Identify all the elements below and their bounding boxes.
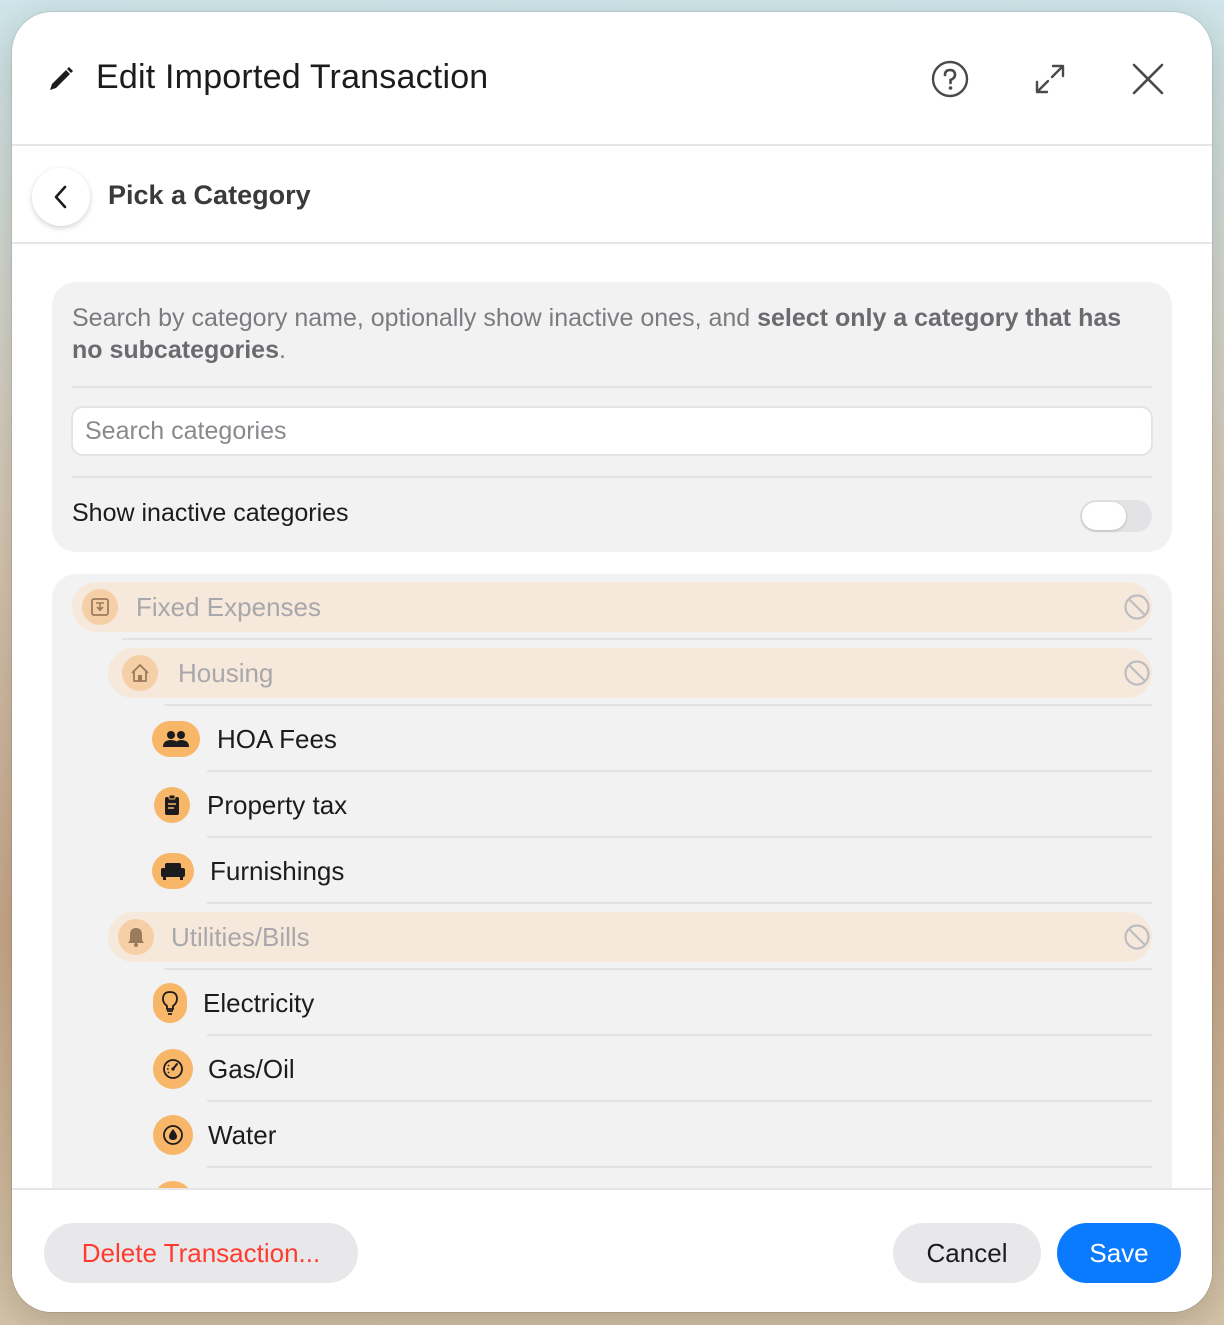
category-row-water[interactable]: Water <box>52 1102 1172 1168</box>
category-row-furnishings[interactable]: Furnishings <box>52 838 1172 904</box>
house-icon <box>122 655 158 691</box>
category-row-partial[interactable] <box>52 1168 1172 1188</box>
instructions-prefix: Search by category name, optionally show… <box>72 304 758 332</box>
help-button[interactable] <box>927 56 973 102</box>
bell-icon <box>118 919 154 955</box>
pencil-icon <box>50 67 73 90</box>
divider <box>72 476 1152 478</box>
category-row-electricity[interactable]: Electricity <box>52 970 1172 1036</box>
inactive-ban-icon <box>1124 924 1150 950</box>
cancel-button[interactable]: Cancel <box>893 1223 1041 1283</box>
category-row-fixed-expenses[interactable]: Fixed Expenses <box>52 574 1172 640</box>
back-button[interactable] <box>32 168 90 226</box>
chevron-left-icon <box>54 185 67 209</box>
people-icon <box>152 721 200 757</box>
expand-icon <box>1035 64 1065 94</box>
gauge-icon <box>153 1049 193 1089</box>
search-panel: Search by category name, optionally show… <box>52 282 1172 552</box>
instructions-suffix: . <box>279 336 286 364</box>
category-label: Fixed Expenses <box>136 592 321 622</box>
category-row-housing[interactable]: Housing <box>52 640 1172 706</box>
help-icon <box>931 60 969 98</box>
category-row-utilities-bills[interactable]: Utilities/Bills <box>52 904 1172 970</box>
close-button[interactable] <box>1125 56 1171 102</box>
water-drop-icon <box>153 1115 193 1155</box>
toggle-knob <box>1082 502 1126 530</box>
category-label: Housing <box>178 658 274 688</box>
inactive-ban-icon <box>1124 660 1150 686</box>
category-label: Property tax <box>207 790 348 820</box>
category-label: Electricity <box>203 988 315 1018</box>
expand-button[interactable] <box>1027 56 1073 102</box>
category-label: Gas/Oil <box>208 1054 295 1084</box>
category-row-gas-oil[interactable]: Gas/Oil <box>52 1036 1172 1102</box>
delete-transaction-button[interactable]: Delete Transaction... <box>44 1223 358 1283</box>
dialog-content: Search by category name, optionally show… <box>12 244 1212 1188</box>
show-inactive-label: Show inactive categories <box>72 499 349 527</box>
show-inactive-toggle[interactable] <box>1080 500 1152 532</box>
close-icon <box>1132 63 1164 95</box>
search-input[interactable] <box>71 406 1153 456</box>
category-row-property-tax[interactable]: Property tax <box>52 772 1172 838</box>
category-picker-header: Pick a Category <box>12 148 1212 244</box>
dialog-footer: Delete Transaction... Cancel Save <box>12 1188 1212 1312</box>
sofa-icon <box>152 853 194 889</box>
clipboard-icon <box>154 787 190 823</box>
category-label: HOA Fees <box>217 724 337 754</box>
fixed-expenses-icon <box>82 589 118 625</box>
picker-title: Pick a Category <box>108 180 311 210</box>
lightbulb-icon <box>153 983 187 1023</box>
save-button[interactable]: Save <box>1057 1223 1181 1283</box>
category-label: Water <box>208 1120 277 1150</box>
inactive-ban-icon <box>1124 594 1150 620</box>
instructions-text: Search by category name, optionally show… <box>72 302 1132 366</box>
dialog-title: Edit Imported Transaction <box>96 58 489 96</box>
divider <box>72 386 1152 388</box>
dialog-titlebar: Edit Imported Transaction <box>12 12 1212 146</box>
category-label: Furnishings <box>210 856 345 886</box>
category-label: Utilities/Bills <box>171 922 310 952</box>
category-row-hoa-fees[interactable]: HOA Fees <box>52 706 1172 772</box>
edit-transaction-dialog: Edit Imported Transaction Pick a Categor… <box>12 12 1212 1312</box>
category-list: Fixed Expenses Housing HOA Fees Property… <box>52 574 1172 1188</box>
category-icon <box>153 1181 193 1188</box>
